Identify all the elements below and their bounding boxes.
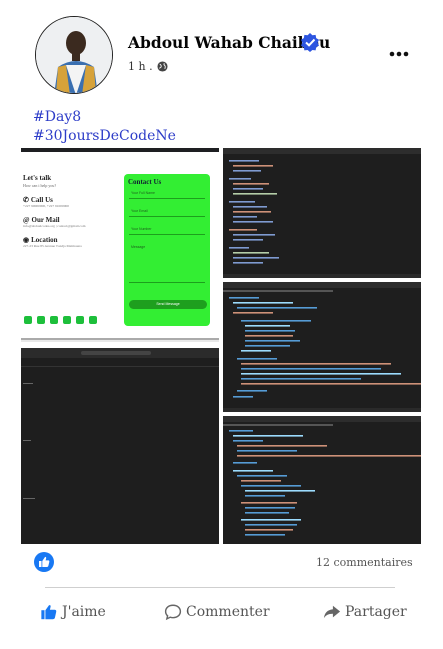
comment-button[interactable]: Commenter (164, 603, 270, 621)
form-title: Contact Us (128, 178, 162, 186)
post-actions: J'aime Commenter Partager (0, 603, 443, 633)
form-line (129, 234, 205, 235)
post-time[interactable]: 1 h . (128, 60, 153, 73)
like-reaction-badge[interactable] (34, 552, 54, 572)
post-header: Abdoul Wahab Chaibou 1 h . (0, 0, 443, 110)
media-contact-screenshot[interactable]: Let's talk How can i help you? ✆ Call Us… (21, 148, 219, 342)
number-placeholder: Your Number (131, 227, 152, 231)
mail-text: info@abdoulcodes.org | contact@gmail.com (23, 224, 86, 228)
location-text: 227-23 Rue 85 Avenue Tondja Maimouna (23, 244, 82, 248)
reactions-summary: 12 commentaires (0, 548, 443, 578)
send-message-button: Send Message (129, 300, 207, 309)
mail-row: @ Our Mail (23, 216, 118, 224)
hashtag-30joursdecodene[interactable]: #30JoursDeCodeNe (33, 127, 176, 146)
message-placeholder: Message (131, 245, 146, 249)
email-placeholder: Your Email (131, 209, 148, 213)
contact-heading: Let's talk (23, 174, 52, 182)
media-code-screenshot-css[interactable] (223, 148, 421, 278)
code-editor-graphic (223, 148, 421, 278)
contact-info: Let's talk How can i help you? ✆ Call Us… (23, 174, 118, 256)
like-label: J'aime (62, 604, 106, 620)
location-row: ◉ Location (23, 236, 118, 244)
mail-label: Our Mail (31, 216, 60, 224)
avatar-photo (36, 17, 112, 93)
media-code-screenshot-html-form[interactable] (223, 282, 421, 412)
at-icon: @ (23, 216, 30, 224)
contact-form: Contact Us Your Full Name Your Email You… (124, 174, 210, 326)
share-button[interactable]: Partager (323, 603, 407, 621)
comment-label: Commenter (186, 604, 270, 620)
like-button[interactable]: J'aime (40, 603, 106, 621)
x-icon (50, 316, 58, 324)
form-line (129, 216, 205, 217)
phone-icon: ✆ (23, 196, 29, 204)
fullname-placeholder: Your Full Name (131, 191, 155, 195)
media-dark-screenshot[interactable] (21, 348, 219, 544)
call-row: ✆ Call Us (23, 196, 118, 204)
post-meta: 1 h . (128, 60, 168, 73)
taskbar-strip (21, 338, 219, 342)
post-media-grid: Let's talk How can i help you? ✆ Call Us… (21, 148, 421, 544)
code-editor-graphic (223, 416, 421, 536)
social-icons (24, 316, 97, 324)
comments-count[interactable]: 12 commentaires (316, 556, 413, 569)
share-label: Partager (345, 604, 407, 620)
post-hashtags: #Day8 #30JoursDeCodeNe (33, 108, 176, 146)
whatsapp-icon (76, 316, 84, 324)
discord-icon (89, 316, 97, 324)
thumbs-up-icon (39, 556, 50, 567)
location-pin-icon: ◉ (23, 236, 30, 244)
media-code-screenshot-html-head[interactable] (223, 416, 421, 544)
verified-badge-icon (301, 33, 319, 52)
divider (45, 587, 395, 588)
facebook-icon (24, 316, 32, 324)
contact-subheading: How can i help you? (23, 183, 57, 188)
form-line (129, 198, 205, 199)
thumbs-up-icon (41, 605, 57, 620)
instagram-icon (37, 316, 45, 324)
text-line (23, 383, 33, 384)
linkedin-icon (63, 316, 71, 324)
text-line (23, 498, 35, 499)
text-line (23, 440, 31, 441)
avatar[interactable] (35, 16, 113, 94)
share-arrow-icon (323, 605, 341, 619)
location-label: Location (31, 236, 58, 244)
window-title (81, 351, 151, 355)
call-label: Call Us (30, 196, 53, 204)
comment-bubble-icon (164, 604, 182, 621)
call-text: +227 90000000, +227 91000000 (23, 204, 69, 208)
hashtag-day8[interactable]: #Day8 (33, 108, 176, 127)
divider-line (21, 366, 219, 367)
form-line (129, 282, 205, 283)
code-editor-graphic (223, 282, 421, 412)
more-options-icon[interactable] (388, 44, 410, 64)
globe-icon (157, 61, 168, 72)
